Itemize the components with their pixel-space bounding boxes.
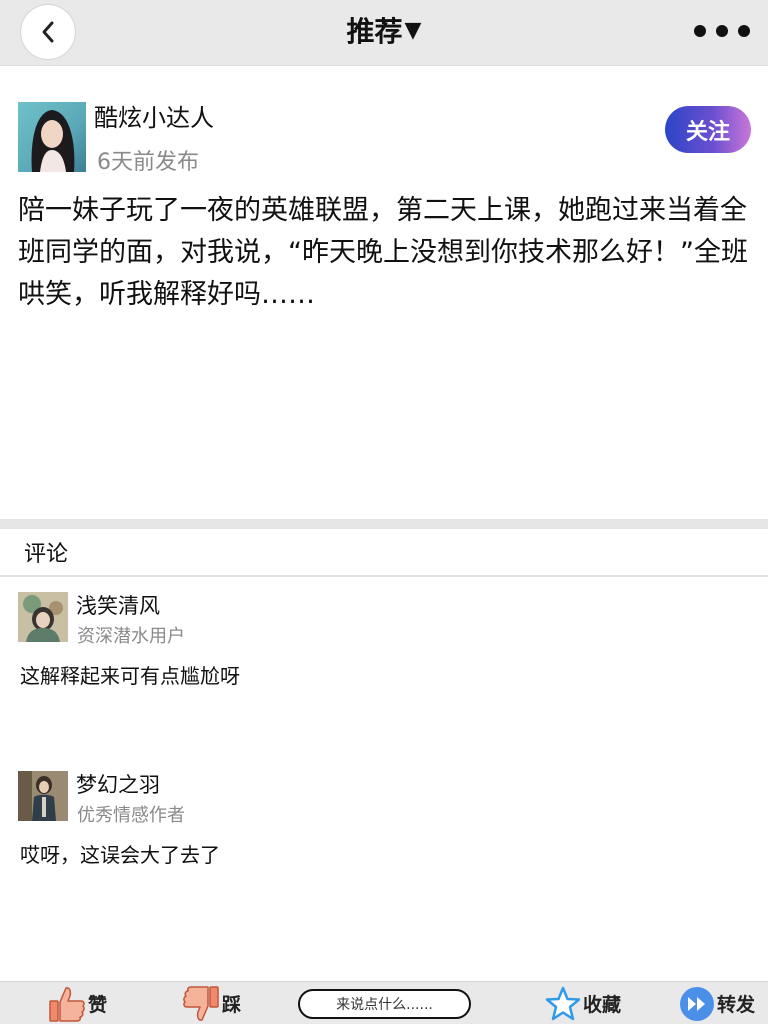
thumbs-down-icon	[183, 985, 219, 1021]
section-divider	[0, 519, 768, 529]
comment-text: 哎呀，这误会大了去了	[20, 843, 220, 867]
caret-down-icon: ▼	[404, 17, 422, 43]
like-button[interactable]: 赞	[48, 982, 107, 1025]
bottom-action-bar: 赞 踩 来说点什么...... 收藏 转发	[0, 981, 768, 1024]
top-nav-bar: 推荐 ▼	[0, 0, 768, 66]
comment-text: 这解释起来可有点尴尬呀	[20, 664, 240, 688]
comment-author-title: 资深潜水用户	[77, 626, 185, 647]
star-icon	[545, 986, 581, 1020]
comments-divider	[0, 575, 768, 577]
dislike-button[interactable]: 踩	[182, 982, 241, 1025]
thumbs-up-icon	[49, 986, 85, 1022]
follow-button[interactable]: 关注	[665, 106, 751, 153]
page-title: 推荐	[346, 15, 403, 48]
post-content: 陪一妹子玩了一夜的英雄联盟，第二天上课，她跑过来当着全班同学的面，对我说，“昨天…	[18, 195, 748, 310]
dislike-label: 踩	[222, 994, 242, 1016]
share-label: 转发	[717, 994, 756, 1016]
comment-author[interactable]: 梦幻之羽	[76, 769, 160, 799]
share-forward-icon	[680, 986, 714, 1021]
comment-avatar[interactable]	[18, 592, 68, 642]
comment-author-title: 优秀情感作者	[77, 805, 185, 826]
like-label: 赞	[88, 994, 108, 1016]
comment-author[interactable]: 浅笑清风	[76, 590, 160, 620]
comment-avatar[interactable]	[18, 771, 68, 821]
comment-input[interactable]: 来说点什么......	[298, 989, 471, 1019]
feed-selector[interactable]: 推荐 ▼	[0, 10, 768, 50]
author-avatar[interactable]	[18, 102, 86, 172]
post-timestamp: 6天前发布	[97, 150, 199, 175]
more-options-button[interactable]	[690, 20, 754, 42]
author-name[interactable]: 酷炫小达人	[94, 98, 214, 133]
favorite-button[interactable]: 收藏	[545, 982, 621, 1025]
comments-heading: 评论	[24, 542, 69, 567]
share-button[interactable]: 转发	[679, 982, 755, 1025]
more-dots-icon	[694, 25, 706, 37]
favorite-label: 收藏	[583, 994, 622, 1016]
